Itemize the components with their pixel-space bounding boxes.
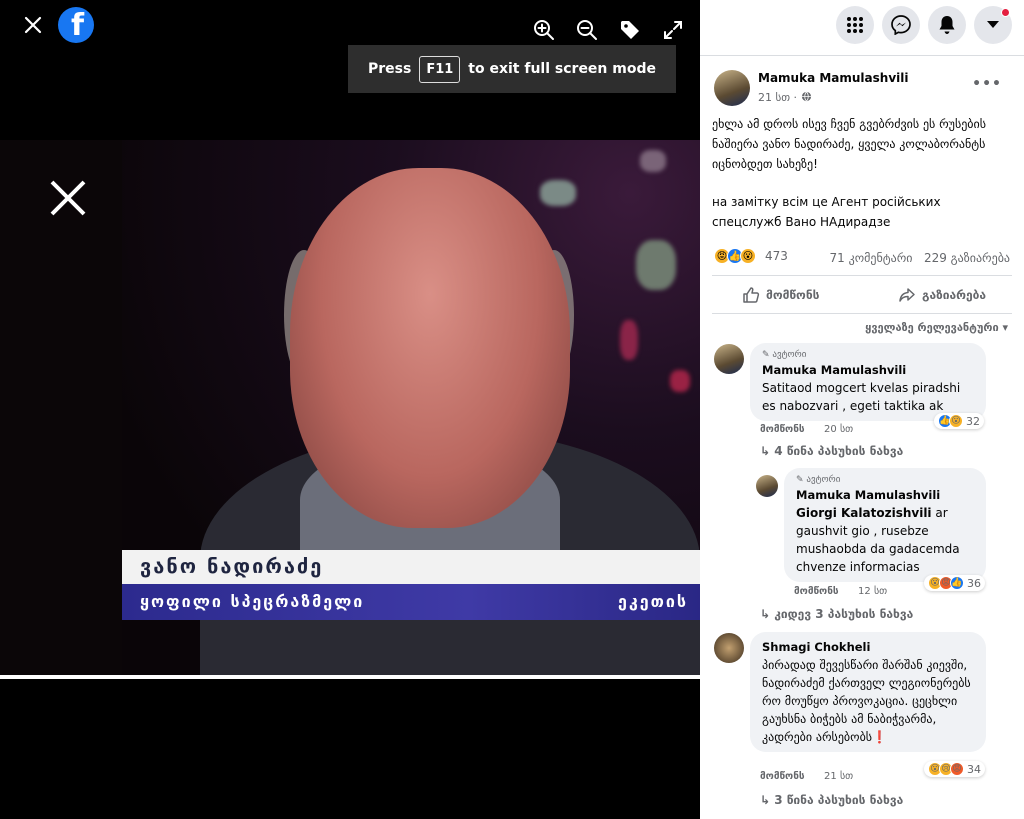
commenter-name[interactable]: Shmagi Chokheli	[762, 638, 974, 656]
author-badge: ✎ ავტორი	[796, 475, 841, 485]
fullscreen-suffix: to exit full screen mode	[468, 61, 656, 77]
notification-dot	[1001, 8, 1010, 17]
share-label: გაზიარება	[922, 288, 987, 302]
comments-count[interactable]: 71 კომენტარი	[830, 251, 913, 265]
menu-grid-icon[interactable]	[836, 6, 874, 44]
post-time[interactable]: 21 სთ	[758, 91, 790, 104]
post-author-name[interactable]: Mamuka Mamulashvili	[758, 71, 909, 85]
comment-like-link[interactable]: მომწონს	[794, 586, 839, 597]
comment-time[interactable]: 20 სთ	[824, 424, 853, 435]
bokeh-light	[670, 370, 690, 392]
messenger-icon[interactable]	[882, 6, 920, 44]
shares-count[interactable]: 229 გაზიარება	[924, 251, 1010, 265]
caption-role-bar: ყოფილი სპეცრაზმელი ეკეთის	[122, 584, 700, 620]
thumbs-up-icon	[743, 287, 760, 303]
post-photo[interactable]: ვანო ნადირაძე ყოფილი სპეცრაზმელი ეკეთის	[0, 140, 700, 675]
view-more-replies-link[interactable]: ↳ კიდევ 3 პასუხის ნახვა	[760, 607, 913, 621]
post-text-ukrainian: на замітку всім це Агент російських спец…	[712, 195, 941, 229]
author-badge: ✎ ავტორი	[762, 350, 807, 360]
commenter-name[interactable]: Mamuka Mamulashvili	[762, 361, 974, 379]
share-arrow-icon	[899, 288, 915, 302]
header-divider	[700, 55, 1024, 56]
caption-role: ყოფილი სპეცრაზმელი	[140, 592, 365, 611]
comment-actions: მომწონს 20 სთ	[760, 424, 853, 435]
fullscreen-icon[interactable]	[661, 18, 685, 42]
f11-key: F11	[419, 55, 461, 83]
wow-reaction-icon: 😮	[949, 414, 963, 428]
comment-text: პირადად შევესწარი შარშან კიევში, ნადირაძ…	[762, 658, 971, 744]
comment-reactions[interactable]: 😮 😡 👍 36	[924, 575, 985, 591]
comment-time[interactable]: 12 სთ	[858, 586, 887, 597]
wow-reaction-icon: 😮	[740, 248, 756, 264]
post-options-icon[interactable]: •••	[972, 76, 1002, 92]
bokeh-light	[540, 180, 576, 206]
bokeh-light	[640, 150, 666, 172]
caption-channel: ეკეთის	[618, 592, 688, 611]
fullscreen-banner: Press F11 to exit full screen mode	[348, 45, 676, 93]
person-face	[290, 168, 570, 528]
tag-icon[interactable]	[618, 18, 642, 42]
view-replies-link[interactable]: ↳ 3 წინა პასუხის ნახვა	[760, 793, 903, 807]
comment-time[interactable]: 21 სთ	[824, 771, 853, 782]
comment-sort-dropdown[interactable]: ყველაზე რელევანტური ▾	[865, 321, 1008, 334]
like-label: მომწონს	[766, 288, 820, 302]
comment-reactions[interactable]: 👍 😮 32	[934, 413, 984, 429]
caption-name-bar: ვანო ნადირაძე	[122, 550, 700, 584]
comment-text: Satitaod mogcert kvelas piradshi es nabo…	[762, 381, 961, 413]
tagged-user[interactable]: Giorgi Kalatozishvili	[796, 506, 932, 520]
commenter-name[interactable]: Mamuka Mamulashvili	[796, 486, 974, 504]
facebook-logo-icon[interactable]: f	[58, 7, 94, 43]
zoom-in-icon[interactable]	[532, 18, 556, 42]
comment-reaction-count: 36	[967, 576, 981, 590]
top-nav-icons	[836, 6, 1012, 44]
author-avatar[interactable]	[714, 70, 750, 106]
post-reactions[interactable]: 😡 👍 😮 473	[714, 248, 788, 264]
zoom-out-icon[interactable]	[575, 18, 599, 42]
commenter-avatar[interactable]	[714, 633, 744, 663]
post-side-panel: Mamuka Mamulashvili 21 სთ · ••• ეხლა ამ …	[700, 0, 1024, 819]
photo-bottom-edge	[0, 675, 700, 679]
comment-reactions[interactable]: 😮 😢 😡 34	[924, 761, 985, 777]
globe-icon	[801, 91, 811, 102]
caption-name: ვანო ნადირაძე	[140, 554, 324, 578]
comments-divider	[712, 313, 1012, 314]
account-chevron-icon[interactable]	[974, 6, 1012, 44]
commenter-avatar[interactable]	[756, 475, 778, 497]
comment-actions: მომწონს 12 სთ	[794, 586, 887, 597]
photo-overlay-x-icon	[48, 178, 88, 218]
actions-divider	[712, 275, 1012, 276]
exclamation-icon: ❗	[872, 730, 887, 744]
comment-bubble: ✎ ავტორი Mamuka Mamulashvili Giorgi Kala…	[784, 468, 986, 582]
bokeh-light	[620, 320, 638, 360]
commenter-avatar[interactable]	[714, 344, 744, 374]
view-replies-link[interactable]: ↳ 4 წინა პასუხის ნახვა	[760, 444, 903, 458]
comment-like-link[interactable]: მომწონს	[760, 424, 805, 435]
like-button[interactable]: მომწონს	[742, 286, 819, 304]
photo-left-border	[0, 140, 122, 675]
comment-reaction-count: 32	[966, 414, 980, 428]
post-text: ეხლა ამ დროს ისევ ჩვენ გვებრძვის ეს რუსე…	[712, 114, 1012, 232]
comment-bubble: ✎ ავტორი Mamuka Mamulashvili Satitaod mo…	[750, 343, 986, 421]
close-icon[interactable]	[22, 14, 44, 36]
post-counts: 71 კომენტარი 229 გაზიარება	[830, 251, 1010, 265]
notifications-bell-icon[interactable]	[928, 6, 966, 44]
reaction-count: 473	[765, 249, 788, 263]
post-text-georgian: ეხლა ამ დროს ისევ ჩვენ გვებრძვის ეს რუსე…	[712, 117, 986, 171]
angry-reaction-icon: 😡	[950, 762, 964, 776]
sort-label: ყველაზე რელევანტური	[865, 321, 999, 334]
like-reaction-icon: 👍	[950, 576, 964, 590]
comment-reaction-count: 34	[967, 762, 981, 776]
bokeh-light	[636, 240, 676, 290]
comment-bubble: Shmagi Chokheli პირადად შევესწარი შარშან…	[750, 632, 986, 752]
comment-actions: მომწონს 21 სთ	[760, 771, 853, 782]
fullscreen-prefix: Press	[367, 61, 412, 77]
post-meta: 21 სთ ·	[758, 91, 812, 104]
comment-like-link[interactable]: მომწონს	[760, 771, 805, 782]
share-button[interactable]: გაზიარება	[898, 286, 986, 304]
photo-viewer: f Press F11 to exit full screen mode ვან…	[0, 0, 700, 819]
